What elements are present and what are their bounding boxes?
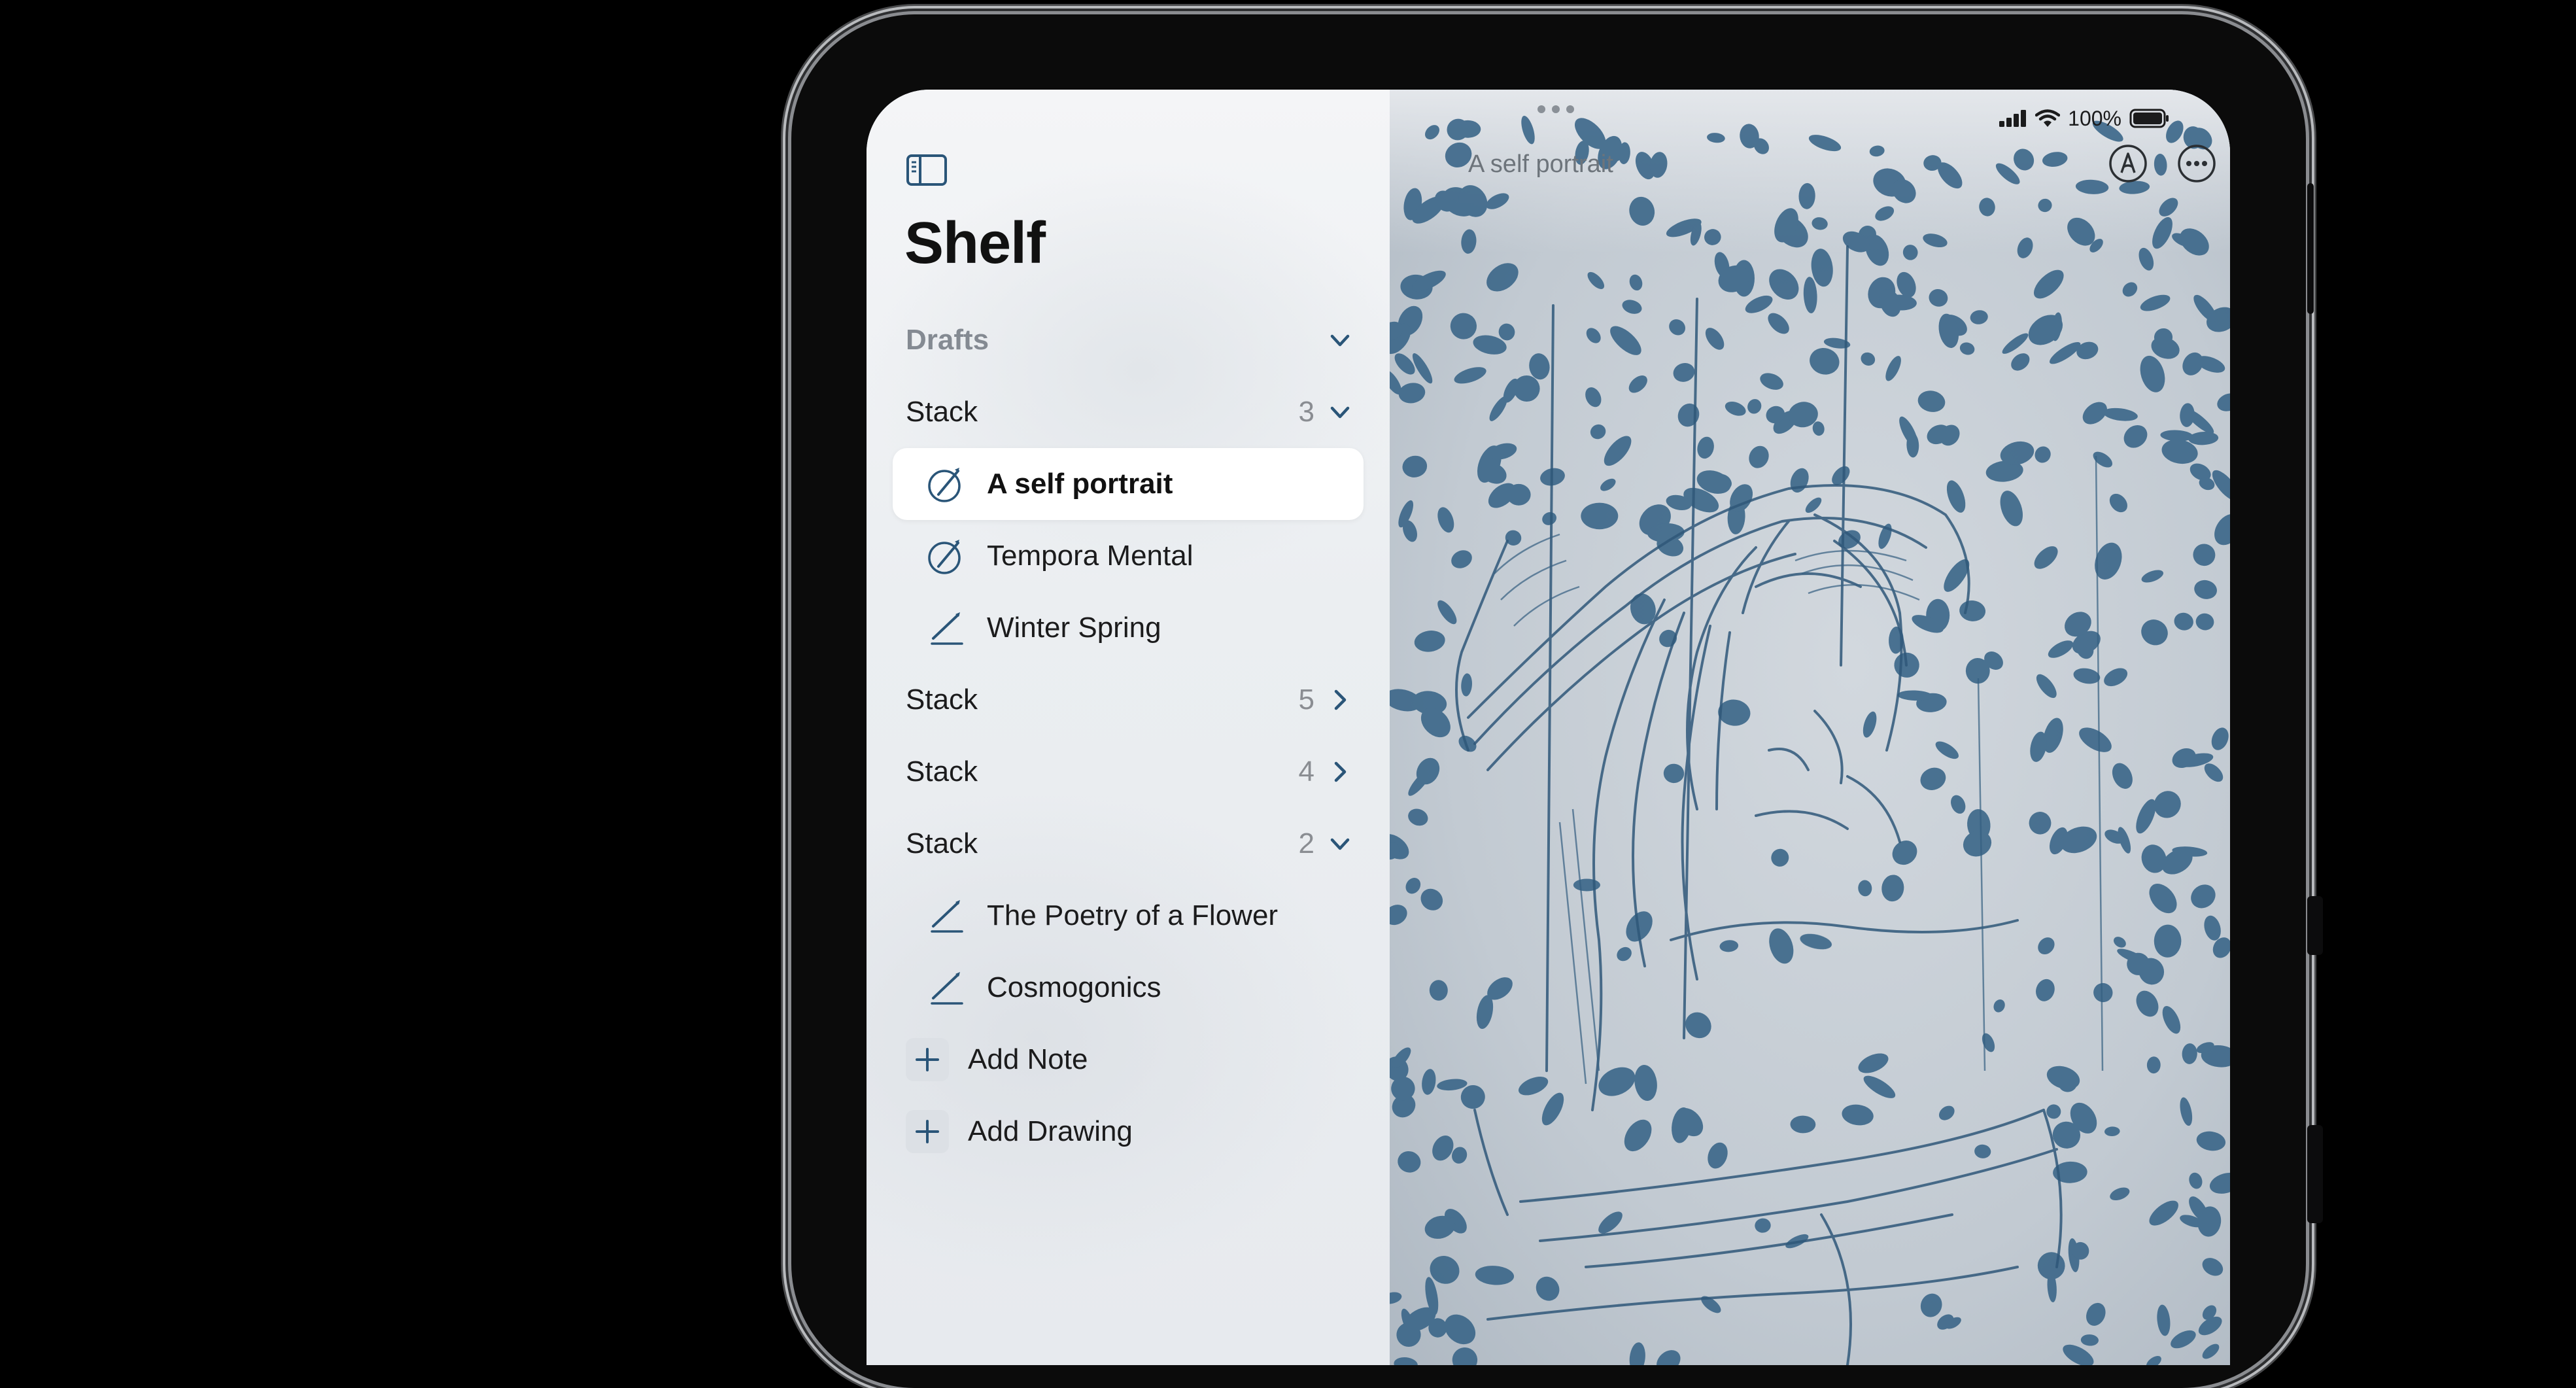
- chevron-down-icon[interactable]: [1328, 328, 1352, 352]
- battery-icon: [2129, 109, 2169, 128]
- battery-percentage: 100%: [2068, 106, 2121, 130]
- section-label: Stack: [906, 755, 978, 788]
- side-button: [2307, 1125, 2323, 1223]
- side-sensor: [2307, 896, 2323, 955]
- section-label: Stack: [906, 684, 978, 716]
- sidebar-section-stack[interactable]: Stack 5: [867, 664, 1390, 736]
- sidebar-toggle-icon[interactable]: [906, 154, 948, 186]
- item-label: Winter Spring: [987, 612, 1161, 644]
- pencil-circle-icon: [927, 536, 966, 576]
- add-note-button[interactable]: Add Note: [867, 1024, 1390, 1096]
- sidebar-section-stack[interactable]: Stack 3: [867, 376, 1390, 448]
- chevron-down-icon[interactable]: [1328, 832, 1352, 856]
- pencil-icon: [927, 608, 966, 648]
- chevron-right-icon[interactable]: [1328, 760, 1352, 784]
- chevron-down-icon[interactable]: [1328, 400, 1352, 424]
- sidebar-title: Shelf: [904, 211, 1046, 276]
- wifi-icon: [2035, 109, 2061, 127]
- pencil-icon: [927, 896, 966, 935]
- plus-icon: [906, 1038, 949, 1081]
- section-label: Drafts: [906, 324, 989, 356]
- sidebar-section-drafts[interactable]: Drafts: [867, 304, 1390, 376]
- markup-pen-icon[interactable]: [2108, 143, 2148, 184]
- add-drawing-button[interactable]: Add Drawing: [867, 1096, 1390, 1168]
- item-label: Tempora Mental: [987, 540, 1194, 572]
- add-label: Add Drawing: [968, 1115, 1133, 1147]
- pencil-icon: [927, 968, 966, 1007]
- leaf-stroke: [1573, 878, 1600, 892]
- section-count: 5: [1298, 684, 1314, 716]
- sidebar-item-a-self-portrait[interactable]: A self portrait: [867, 448, 1390, 520]
- add-label: Add Note: [968, 1043, 1088, 1075]
- portrait-drawing: [1390, 90, 2230, 1365]
- sidebar-item-cosmogonics[interactable]: Cosmogonics: [867, 952, 1390, 1024]
- section-count: 4: [1298, 755, 1314, 788]
- pencil-circle-icon: [927, 464, 966, 504]
- section-count: 2: [1298, 827, 1314, 859]
- chevron-right-icon[interactable]: [1328, 688, 1352, 712]
- item-label: The Poetry of a Flower: [987, 899, 1279, 931]
- drawing-canvas[interactable]: 100% A self portrait: [1390, 90, 2230, 1365]
- document-title: A self portrait: [1468, 150, 1613, 178]
- section-label: Stack: [906, 827, 978, 859]
- sidebar: Shelf Drafts Stack 3 A self portrait Tempora…: [867, 90, 1390, 1365]
- screen: Shelf Drafts Stack 3 A self portrait Tempora…: [867, 90, 2230, 1365]
- status-bar: 100%: [1999, 100, 2170, 137]
- item-label: Cosmogonics: [987, 971, 1161, 1003]
- plus-icon: [906, 1110, 949, 1153]
- sidebar-item-winter-spring[interactable]: Winter Spring: [867, 592, 1390, 664]
- sidebar-item-tempora-mental[interactable]: Tempora Mental: [867, 520, 1390, 592]
- multitasking-grabber-icon[interactable]: [1536, 104, 1575, 114]
- section-label: Stack: [906, 396, 978, 428]
- sidebar-section-stack[interactable]: Stack 4: [867, 736, 1390, 808]
- item-label: A self portrait: [987, 468, 1173, 500]
- sidebar-section-stack[interactable]: Stack 2: [867, 808, 1390, 880]
- volume-button: [2307, 183, 2314, 314]
- signal-icon: [1999, 110, 2027, 127]
- leaf-stroke: [1581, 502, 1619, 530]
- section-count: 3: [1298, 396, 1314, 428]
- sidebar-item-the-poetry-of-a-flower[interactable]: The Poetry of a Flower: [867, 880, 1390, 952]
- more-options-icon[interactable]: [2176, 143, 2217, 184]
